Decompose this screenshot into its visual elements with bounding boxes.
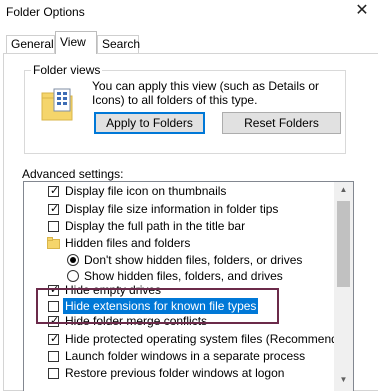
advanced-settings-label: Advanced settings:	[22, 167, 124, 181]
apply-to-folders-button[interactable]: Apply to Folders	[94, 112, 205, 134]
tab-general[interactable]: General	[6, 35, 55, 53]
list-item-label: Hide protected operating system files (R…	[65, 332, 354, 346]
radio-button[interactable]	[67, 270, 79, 282]
checkmark-icon: ✓	[50, 333, 60, 345]
checkmark-icon: ✓	[50, 185, 60, 197]
checkbox[interactable]: ✓	[48, 333, 60, 345]
scroll-down-icon[interactable]: ▼	[334, 372, 353, 388]
highlight-box	[36, 288, 279, 324]
folder-views-description: You can apply this view (such as Details…	[92, 79, 320, 107]
list-item-label: Restore previous folder windows at logon	[65, 366, 285, 380]
scroll-up-icon[interactable]: ▲	[334, 182, 353, 198]
scrollbar-thumb[interactable]	[337, 201, 350, 287]
list-item-label: Display file size information in folder …	[65, 202, 279, 216]
list-item-label: Hidden files and folders	[65, 236, 191, 250]
checkmark-icon: ✓	[50, 203, 60, 215]
list-item-label: Launch folder windows in a separate proc…	[65, 349, 306, 363]
reset-folders-button[interactable]: Reset Folders	[222, 112, 341, 134]
advanced-settings-list: ✓ Display file icon on thumbnails ✓ Disp…	[23, 181, 354, 391]
close-icon[interactable]: ✕	[352, 1, 372, 21]
tab-view[interactable]: View	[55, 31, 97, 54]
list-item-label: Don't show hidden files, folders, or dri…	[84, 253, 303, 267]
checkbox[interactable]: ✓	[48, 203, 60, 215]
folder-views-label: Folder views	[31, 63, 103, 77]
checkbox[interactable]: ✓	[48, 185, 60, 197]
list-item-label: Display file icon on thumbnails	[65, 184, 227, 198]
checkbox[interactable]	[48, 368, 59, 379]
radio-button[interactable]	[67, 254, 79, 266]
list-item-label: Display the full path in the title bar	[65, 219, 246, 233]
tab-search[interactable]: Search	[97, 35, 140, 53]
radio-dot	[70, 257, 76, 263]
folder-icon	[47, 237, 60, 249]
checkbox[interactable]	[48, 221, 59, 232]
folder-views-icon	[41, 88, 73, 121]
window-title: Folder Options	[6, 5, 85, 19]
checkbox[interactable]	[48, 351, 59, 362]
